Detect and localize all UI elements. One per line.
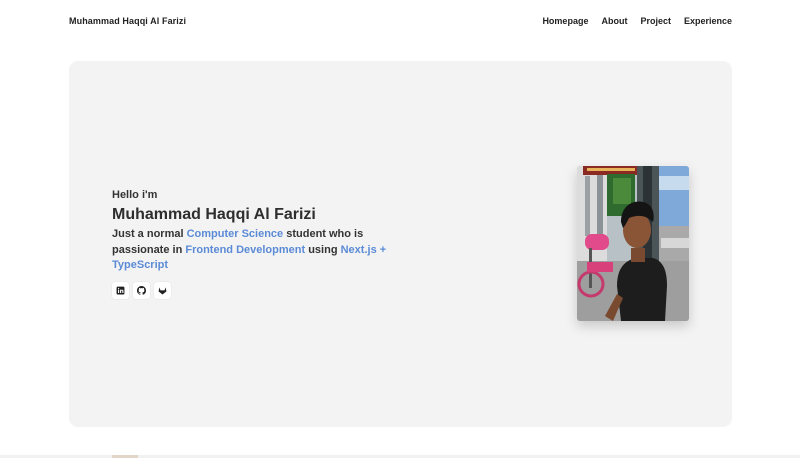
greeting: Hello i'm: [112, 189, 158, 201]
portrait-photo: [577, 166, 689, 321]
hero-tagline: Just a normal Computer Science student w…: [112, 227, 402, 274]
github-button[interactable]: [133, 282, 150, 299]
tagline-text-3: using: [305, 243, 341, 256]
tagline-highlight-computer-science: Computer Science: [186, 228, 284, 240]
social-links: [112, 282, 171, 299]
hero-name: Muhammad Haqqi Al Farizi: [112, 206, 316, 223]
nav-homepage-link[interactable]: Homepage: [542, 16, 588, 26]
hero-section: Hello i'm Muhammad Haqqi Al Farizi Just …: [69, 61, 732, 427]
gitlab-icon: [158, 287, 167, 295]
nav-links: Homepage About Project Experience: [542, 16, 732, 26]
brand-link[interactable]: Muhammad Haqqi Al Farizi: [69, 16, 186, 26]
gitlab-button[interactable]: [154, 282, 171, 299]
nav-about-link[interactable]: About: [601, 16, 627, 26]
tagline-text-1: Just a normal: [112, 228, 187, 240]
github-icon: [137, 286, 146, 295]
linkedin-icon: [116, 286, 125, 295]
tagline-highlight-frontend: Frontend Development: [185, 243, 306, 256]
hero-text: Hello i'm Muhammad Haqqi Al Farizi Just …: [112, 188, 402, 274]
nav-experience-link[interactable]: Experience: [684, 16, 732, 26]
nav-project-link[interactable]: Project: [640, 16, 671, 26]
profile-photo: [577, 166, 689, 321]
navbar: Muhammad Haqqi Al Farizi Homepage About …: [0, 0, 800, 44]
linkedin-button[interactable]: [112, 282, 129, 299]
